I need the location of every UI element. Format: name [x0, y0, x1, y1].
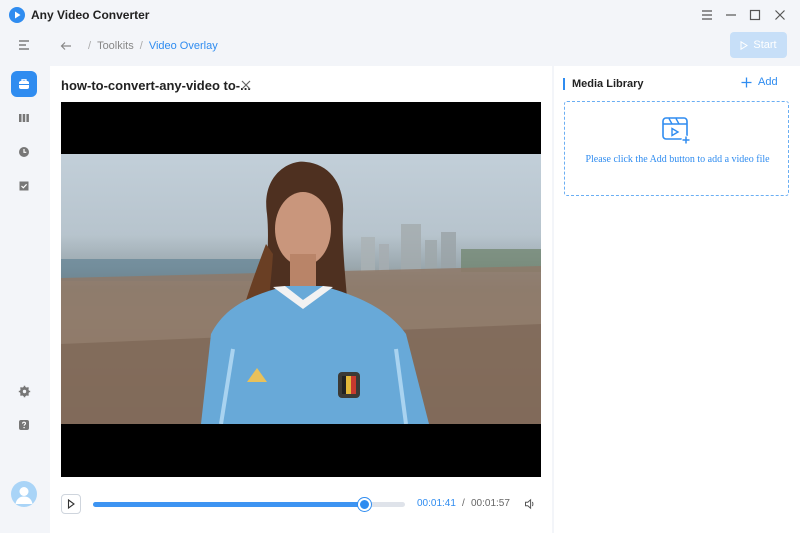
file-name: how-to-convert-any-video to-...	[61, 78, 251, 93]
add-button[interactable]: Add	[741, 76, 778, 88]
breadcrumb-current: Video Overlay	[148, 40, 218, 52]
tasks-icon	[19, 181, 29, 191]
total-time: 00:01:57	[471, 498, 510, 509]
start-label: Start	[753, 39, 777, 51]
play-icon	[740, 40, 749, 50]
menu-icon[interactable]	[698, 6, 716, 24]
breadcrumb: / Toolkits / Video Overlay	[60, 38, 218, 54]
library-icon	[19, 114, 29, 122]
sidebar	[0, 30, 48, 533]
preview-panel: how-to-convert-any-video to-... 00:01:41…	[50, 66, 552, 533]
video-frame	[61, 154, 541, 424]
plus-icon	[741, 77, 752, 87]
start-button[interactable]: Start	[730, 32, 787, 58]
add-label: Add	[758, 76, 778, 88]
play-button[interactable]	[61, 494, 81, 514]
app-title: Any Video Converter	[31, 8, 150, 22]
media-dropzone[interactable]: Please click the Add button to add a vid…	[564, 101, 789, 196]
volume-icon[interactable]	[524, 497, 536, 515]
breadcrumb-separator: /	[139, 40, 143, 52]
empty-library-message: Please click the Add button to add a vid…	[585, 154, 770, 165]
minimize-icon[interactable]	[722, 6, 740, 24]
video-frame-image	[61, 161, 541, 424]
sidebar-toggle-icon[interactable]	[11, 32, 37, 58]
app-logo-icon	[9, 7, 25, 23]
sidebar-item-help[interactable]	[11, 412, 37, 438]
close-window-icon[interactable]	[771, 6, 789, 24]
video-preview[interactable]	[61, 102, 541, 477]
help-icon	[19, 420, 29, 430]
media-library-panel: Media Library Add Please click the Add b…	[554, 66, 800, 533]
sidebar-item-tasks[interactable]	[11, 173, 37, 199]
sidebar-item-library[interactable]	[11, 105, 37, 131]
progress-track[interactable]	[93, 498, 405, 511]
back-arrow-icon[interactable]	[60, 41, 72, 51]
sidebar-item-settings[interactable]	[11, 378, 37, 404]
add-video-icon	[662, 117, 691, 145]
close-file-icon[interactable]	[239, 78, 253, 92]
settings-icon	[18, 385, 30, 397]
sidebar-item-history[interactable]	[11, 139, 37, 165]
current-time: 00:01:41	[417, 498, 456, 509]
maximize-icon[interactable]	[746, 6, 764, 24]
progress-thumb[interactable]	[358, 498, 372, 511]
avatar-icon[interactable]	[11, 481, 37, 507]
history-icon	[19, 147, 29, 157]
play-icon	[67, 499, 75, 509]
time-separator: /	[462, 498, 465, 509]
progress-fill	[93, 502, 365, 507]
media-library-title: Media Library	[563, 78, 644, 90]
toolkit-icon	[19, 79, 29, 89]
sidebar-item-toolkit[interactable]	[11, 71, 37, 97]
breadcrumb-separator: /	[88, 40, 92, 52]
title-bar: Any Video Converter	[0, 0, 800, 30]
breadcrumb-toolkits[interactable]: Toolkits	[97, 40, 134, 52]
playback-controls: 00:01:41 / 00:01:57	[61, 494, 541, 514]
